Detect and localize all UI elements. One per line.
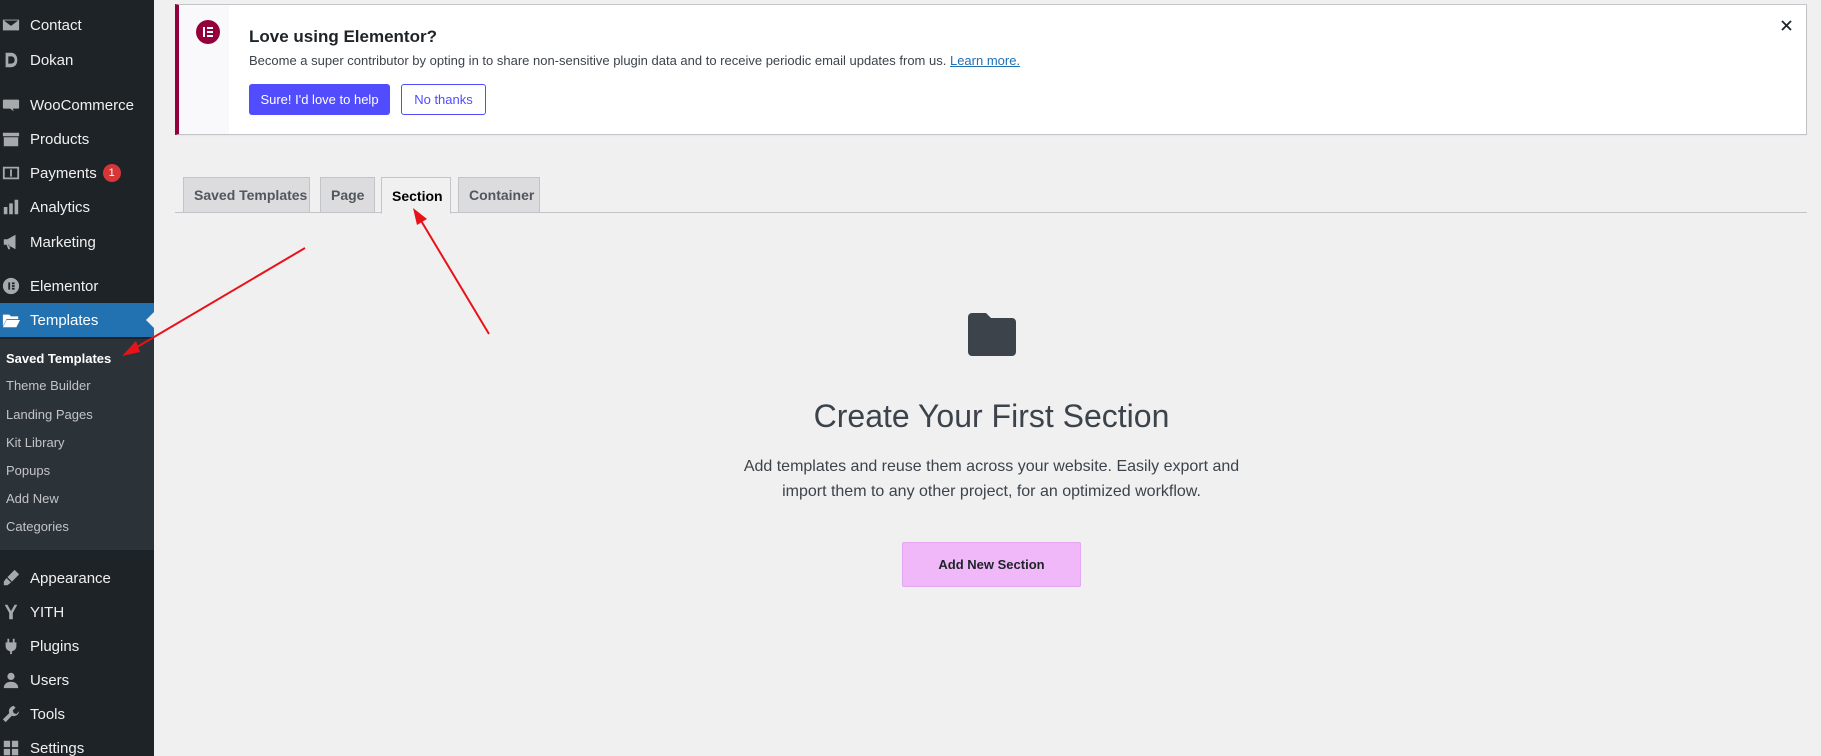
- sidebar-item-label: WooCommerce: [30, 96, 134, 114]
- sidebar-item-users[interactable]: Users: [0, 663, 154, 697]
- submenu-add-new[interactable]: Add New: [6, 491, 59, 506]
- archive-icon: [0, 122, 30, 156]
- elementor-optin-notice: Love using Elementor? Become a super con…: [175, 4, 1807, 135]
- add-new-section-button[interactable]: Add New Section: [902, 542, 1081, 587]
- mail-icon: [0, 8, 30, 42]
- sidebar-item-contact[interactable]: Contact: [0, 8, 154, 42]
- empty-state-line-2: import them to any other project, for an…: [782, 483, 1201, 500]
- sidebar-item-marketing[interactable]: Marketing: [0, 225, 154, 259]
- submenu-kit-library[interactable]: Kit Library: [6, 435, 65, 450]
- sidebar-item-label: Payments: [30, 164, 97, 182]
- learn-more-link[interactable]: Learn more.: [950, 53, 1020, 68]
- plug-icon: [0, 629, 30, 663]
- sidebar-item-label: Marketing: [30, 233, 96, 251]
- notice-text: Become a super contributor by opting in …: [249, 53, 1020, 68]
- sidebar-item-analytics[interactable]: Analytics: [0, 190, 154, 224]
- sidebar-item-label: Plugins: [30, 637, 80, 655]
- folder-icon: [968, 313, 1016, 356]
- tab-section[interactable]: Section: [381, 177, 451, 214]
- sidebar-item-label: Templates: [30, 311, 99, 329]
- yith-icon: [0, 595, 30, 629]
- paintbrush-icon: [0, 561, 30, 595]
- woocommerce-icon: [0, 88, 30, 122]
- sidebar-item-products[interactable]: Products: [0, 122, 154, 156]
- tab-saved-templates[interactable]: Saved Templates: [183, 177, 310, 213]
- submenu-landing-pages[interactable]: Landing Pages: [6, 407, 93, 422]
- sidebar-item-templates[interactable]: Templates: [0, 303, 154, 337]
- sidebar-item-plugins[interactable]: Plugins: [0, 629, 154, 663]
- megaphone-icon: [0, 225, 30, 259]
- notice-body: Become a super contributor by opting in …: [249, 53, 947, 68]
- notice-aside: [179, 5, 229, 134]
- wrench-icon: [0, 697, 30, 731]
- sidebar-item-label: YITH: [30, 603, 65, 621]
- bar-chart-icon: [0, 190, 30, 224]
- empty-state-title: Create Your First Section: [813, 398, 1170, 434]
- sidebar-item-label: Tools: [30, 705, 66, 723]
- elementor-logo-icon: [196, 20, 220, 44]
- sidebar-item-label: Settings: [30, 739, 85, 756]
- elementor-icon: [0, 269, 30, 303]
- sidebar-item-payments[interactable]: Payments 1: [0, 156, 154, 190]
- submenu-saved-templates[interactable]: Saved Templates: [6, 351, 111, 366]
- sidebar-item-label: Contact: [30, 16, 82, 34]
- sidebar-item-label: Appearance: [30, 569, 111, 587]
- sidebar-item-label: Dokan: [30, 51, 74, 69]
- notice-title: Love using Elementor?: [249, 27, 437, 46]
- sidebar-item-label: Products: [30, 130, 90, 148]
- submenu-popups[interactable]: Popups: [6, 463, 50, 478]
- optin-decline-button[interactable]: No thanks: [401, 84, 486, 115]
- submenu-categories[interactable]: Categories: [6, 519, 69, 534]
- sidebar-item-appearance[interactable]: Appearance: [0, 561, 154, 595]
- notification-badge: 1: [102, 164, 121, 182]
- annotation-arrow-section-tab: [413, 208, 490, 335]
- templates-submenu: Saved Templates Theme Builder Landing Pa…: [0, 339, 154, 550]
- empty-state-description: Add templates and reuse them across your…: [700, 454, 1283, 504]
- sidebar-item-woocommerce[interactable]: WooCommerce: [0, 88, 154, 122]
- user-icon: [0, 663, 30, 697]
- sidebar-item-label: Elementor: [30, 277, 99, 295]
- admin-sidebar: Contact Dokan WooCommerce Products Payme…: [0, 0, 154, 756]
- sidebar-item-settings[interactable]: Settings: [0, 731, 154, 756]
- submenu-theme-builder[interactable]: Theme Builder: [6, 378, 91, 393]
- sidebar-item-label: Users: [30, 671, 70, 689]
- sidebar-item-label: Analytics: [30, 198, 91, 216]
- optin-accept-button[interactable]: Sure! I'd love to help: [249, 84, 390, 115]
- folder-open-icon: [0, 303, 30, 337]
- sidebar-item-tools[interactable]: Tools: [0, 697, 154, 731]
- close-icon[interactable]: [1776, 15, 1796, 35]
- sidebar-item-elementor[interactable]: Elementor: [0, 269, 154, 303]
- empty-state-line-1: Add templates and reuse them across your…: [743, 458, 1240, 475]
- settings-icon: [0, 731, 30, 756]
- sidebar-item-yith[interactable]: YITH: [0, 595, 154, 629]
- tab-container[interactable]: Container: [458, 177, 540, 213]
- sidebar-item-dokan[interactable]: Dokan: [0, 43, 154, 77]
- tab-page[interactable]: Page: [320, 177, 375, 213]
- dollar-icon: [0, 156, 30, 190]
- dokan-icon: [0, 43, 30, 77]
